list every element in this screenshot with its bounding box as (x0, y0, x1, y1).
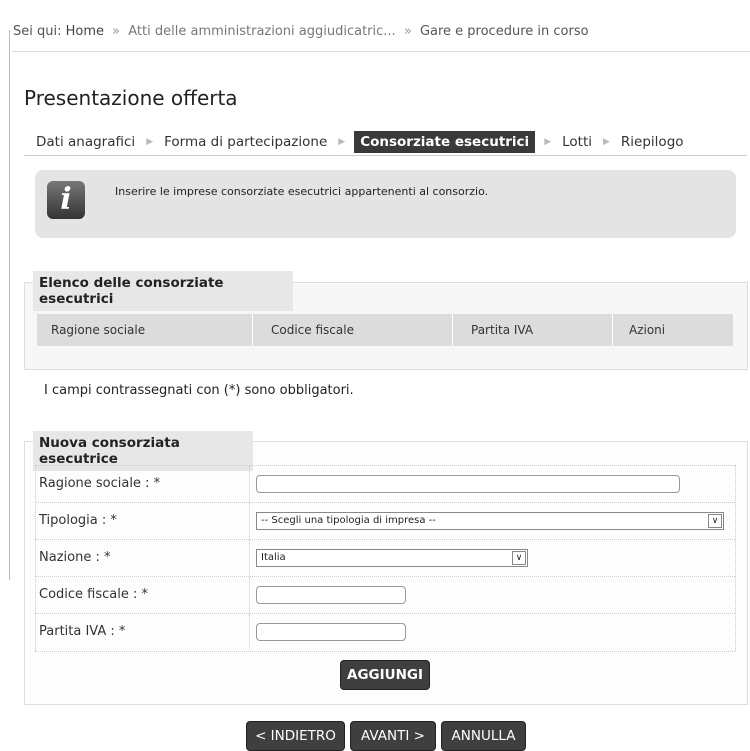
info-icon: i (47, 181, 85, 219)
steps-divider (24, 155, 747, 156)
form-row-codice-fiscale: Codice fiscale : * (35, 576, 735, 613)
step-consorziate-esecutrici[interactable]: Consorziate esecutrici (354, 131, 536, 153)
breadcrumb-separator: » (403, 24, 412, 39)
step-arrow-icon: ▶ (544, 137, 552, 147)
breadcrumb-divider (12, 51, 750, 52)
tipologia-select[interactable]: -- Scegli una tipologia di impresa -- ∨ (256, 512, 724, 530)
form-cell (249, 466, 736, 502)
nazione-select[interactable]: Italia ∨ (256, 549, 528, 567)
column-header-ragione-sociale: Ragione sociale (37, 314, 253, 346)
step-riepilogo[interactable]: Riepilogo (619, 132, 686, 152)
consorziate-table-header: Ragione sociale Codice fiscale Partita I… (37, 314, 733, 346)
form-row-nazione: Nazione : * Italia ∨ (35, 539, 735, 576)
breadcrumb-separator: » (112, 24, 121, 39)
breadcrumb-prefix: Sei qui: (13, 24, 62, 39)
step-arrow-icon: ▶ (338, 137, 346, 147)
breadcrumb-atti-link[interactable]: Atti delle amministrazioni aggiudicatric… (128, 24, 395, 39)
form-grid-bottom (35, 651, 735, 652)
form-cell: Italia ∨ (249, 540, 736, 576)
breadcrumb: Sei qui: Home » Atti delle amministrazio… (13, 24, 589, 39)
breadcrumb-current: Gare e procedure in corso (419, 24, 589, 39)
codice-fiscale-input[interactable] (256, 586, 406, 604)
column-header-codice-fiscale: Codice fiscale (253, 314, 453, 346)
step-arrow-icon: ▶ (603, 137, 610, 147)
chevron-down-icon: ∨ (708, 514, 722, 528)
chevron-down-icon: ∨ (512, 551, 526, 565)
form-cell (249, 577, 736, 613)
ragione-sociale-input[interactable] (256, 475, 680, 493)
step-dati-anagrafici[interactable]: Dati anagrafici (34, 132, 137, 152)
left-border-line (9, 30, 10, 580)
breadcrumb-home-link[interactable]: Home (66, 24, 104, 39)
consorziate-list-legend: Elenco delle consorziate esecutrici (33, 271, 293, 311)
form-row-tipologia: Tipologia : * -- Scegli una tipologia di… (35, 502, 735, 539)
info-message-text: Inserire le imprese consorziate esecutri… (115, 185, 489, 198)
required-fields-note: I campi contrassegnati con (*) sono obbl… (44, 383, 354, 398)
nazione-label: Nazione : * (39, 550, 111, 565)
ragione-sociale-label: Ragione sociale : * (39, 476, 161, 491)
wizard-steps: Dati anagrafici ▶ Forma di partecipazion… (34, 131, 686, 153)
nazione-selected-value: Italia (261, 552, 286, 563)
step-lotti[interactable]: Lotti (560, 132, 594, 152)
info-message-box: i Inserire le imprese consorziate esecut… (35, 170, 736, 238)
partita-iva-label: Partita IVA : * (39, 624, 126, 639)
column-header-partita-iva: Partita IVA (453, 314, 613, 346)
tipologia-label: Tipologia : * (39, 513, 117, 528)
partita-iva-input[interactable] (256, 623, 406, 641)
form-cell: -- Scegli una tipologia di impresa -- ∨ (249, 503, 736, 539)
step-arrow-icon: ▶ (146, 137, 154, 147)
codice-fiscale-label: Codice fiscale : * (39, 587, 149, 602)
aggiungi-button[interactable]: AGGIUNGI (340, 660, 430, 690)
form-row-ragione-sociale: Ragione sociale : * (35, 465, 735, 502)
column-header-azioni: Azioni (629, 323, 666, 337)
form-cell (249, 614, 736, 650)
step-forma-di-partecipazione[interactable]: Forma di partecipazione (162, 132, 329, 152)
page-title: Presentazione offerta (24, 86, 238, 110)
tipologia-selected-value: -- Scegli una tipologia di impresa -- (261, 515, 436, 526)
form-row-partita-iva: Partita IVA : * (35, 613, 735, 650)
